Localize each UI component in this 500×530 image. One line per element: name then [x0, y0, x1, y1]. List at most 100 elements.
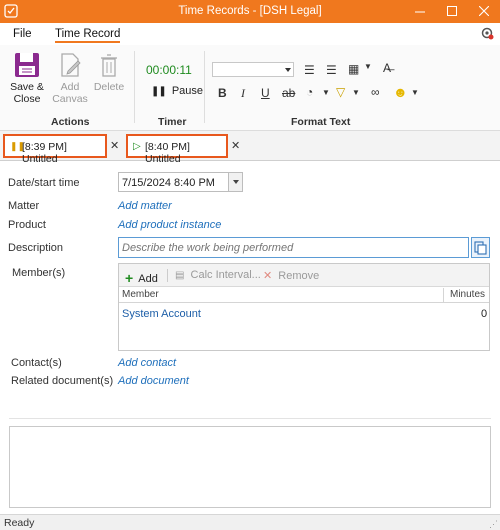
- font-family-select[interactable]: [212, 62, 294, 77]
- pause-label: Pause: [171, 85, 204, 97]
- minimize-button[interactable]: [404, 0, 436, 23]
- date-time-picker[interactable]: 7/15/2024 8:40 PM: [118, 172, 243, 192]
- section-divider: [9, 418, 491, 419]
- ribbon: Save & Close Add Canvas Delete Actions 0…: [0, 45, 500, 131]
- maximize-icon: [447, 6, 457, 16]
- bullet-list-icon[interactable]: ☰: [304, 63, 315, 77]
- canvas-icon: [61, 53, 81, 77]
- highlight-icon[interactable]: ▽: [336, 85, 345, 99]
- underline-icon[interactable]: U: [261, 86, 270, 100]
- calc-interval-label: Calc Interval...: [190, 269, 261, 281]
- expand-editor-icon: [474, 241, 487, 255]
- pause-icon: ❚❚: [151, 86, 167, 97]
- member-name-cell[interactable]: System Account: [122, 308, 201, 320]
- add-canvas-label-1: Add: [60, 81, 80, 93]
- tab-record-2[interactable]: ▷ [8:40 PM] Untitled: [126, 134, 228, 165]
- members-header-row: Member Minutes: [119, 288, 489, 303]
- column-header-minutes[interactable]: Minutes: [450, 289, 485, 300]
- add-matter-link[interactable]: Add matter: [118, 200, 172, 212]
- save-icon: [15, 53, 39, 77]
- trash-icon: [101, 54, 117, 77]
- strikethrough-icon[interactable]: ab: [282, 86, 295, 100]
- palette-icon[interactable]: ◔: [306, 85, 313, 99]
- pause-button[interactable]: ❚❚ Pause: [151, 85, 203, 97]
- contacts-label: Contact(s): [11, 357, 62, 369]
- tab-label: [8:39 PM] Untitled: [22, 141, 67, 165]
- settings-icon[interactable]: [480, 26, 494, 40]
- notes-editor[interactable]: [9, 426, 491, 508]
- members-grid: + Add ▤ Calc Interval... ✕ Remove Member…: [118, 263, 490, 351]
- date-dropdown-button[interactable]: [228, 173, 242, 191]
- menu-file[interactable]: File: [13, 28, 32, 40]
- description-label: Description: [8, 242, 64, 254]
- timer-group-label: Timer: [158, 116, 187, 128]
- product-label: Product: [8, 219, 46, 231]
- numbered-list-icon[interactable]: ☰: [326, 63, 337, 77]
- close-icon: [479, 6, 489, 16]
- description-expand-button[interactable]: [471, 237, 490, 258]
- description-field-wrapper: [118, 237, 469, 258]
- delete-label: Delete: [93, 81, 125, 93]
- format-text-group-label: Format Text: [291, 116, 351, 128]
- italic-icon[interactable]: I: [241, 86, 245, 101]
- add-member-button[interactable]: + Add: [125, 269, 158, 286]
- member-minutes-cell[interactable]: 0: [481, 308, 487, 320]
- tab-label: [8:40 PM] Untitled: [145, 141, 190, 165]
- menu-bar: File Time Record: [0, 23, 500, 45]
- close-tab-2-button[interactable]: ✕: [231, 139, 240, 152]
- calc-interval-button[interactable]: ▤ Calc Interval...: [175, 269, 261, 281]
- tab-record-1[interactable]: ❚❚ [8:39 PM] Untitled: [3, 134, 107, 165]
- chevron-down-icon[interactable]: ▼: [352, 88, 360, 97]
- close-tab-1-button[interactable]: ✕: [110, 139, 119, 152]
- timer-display: 00:00:11: [146, 63, 192, 77]
- link-icon[interactable]: ∞: [371, 85, 380, 99]
- record-tab-strip: ❚❚ [8:39 PM] Untitled ✕ ▷ [8:40 PM] Unti…: [0, 131, 500, 165]
- date-label: Date/start time: [8, 177, 80, 189]
- add-canvas-button[interactable]: Add Canvas: [52, 51, 88, 105]
- add-document-link[interactable]: Add document: [118, 375, 189, 387]
- minimize-icon: [415, 11, 425, 13]
- date-value: 7/15/2024 8:40 PM: [122, 177, 215, 189]
- remove-x-icon: ✕: [263, 270, 273, 282]
- status-bar: Ready ⋰: [0, 514, 500, 530]
- remove-member-button[interactable]: ✕ Remove: [263, 269, 319, 282]
- menu-time-record[interactable]: Time Record: [55, 28, 121, 43]
- table-icon[interactable]: ▦: [348, 62, 359, 76]
- members-label: Member(s): [12, 267, 66, 279]
- members-toolbar: + Add ▤ Calc Interval... ✕ Remove: [119, 264, 489, 287]
- related-documents-label: Related document(s): [11, 375, 114, 387]
- remove-member-label: Remove: [278, 270, 320, 282]
- calculator-icon: ▤: [175, 270, 185, 281]
- add-canvas-label-2: Canvas: [52, 93, 88, 105]
- add-contact-link[interactable]: Add contact: [118, 357, 176, 369]
- add-product-link[interactable]: Add product instance: [118, 219, 221, 231]
- bold-icon[interactable]: B: [218, 86, 227, 100]
- delete-button[interactable]: Delete: [92, 51, 126, 93]
- toolbar-divider: [167, 269, 168, 282]
- matter-label: Matter: [8, 200, 40, 212]
- ribbon-divider: [134, 51, 135, 123]
- chevron-down-icon[interactable]: ▼: [322, 88, 330, 97]
- save-close-label-1: Save &: [10, 81, 44, 93]
- column-header-member[interactable]: Member: [122, 289, 159, 300]
- status-text: Ready: [4, 517, 35, 529]
- emoji-icon[interactable]: ☻: [393, 84, 408, 100]
- save-close-button[interactable]: Save & Close: [8, 51, 46, 105]
- ribbon-divider: [204, 51, 205, 123]
- chevron-down-icon[interactable]: ▼: [411, 88, 419, 97]
- maximize-button[interactable]: [436, 0, 468, 23]
- column-divider: [443, 288, 444, 302]
- close-window-button[interactable]: [468, 0, 500, 23]
- clear-format-icon[interactable]: A̶: [383, 61, 391, 75]
- add-member-label: Add: [138, 273, 158, 285]
- plus-icon: +: [125, 270, 134, 286]
- chevron-down-icon: [233, 180, 239, 184]
- play-icon: ▷: [133, 141, 141, 152]
- title-bar: Time Records - [DSH Legal]: [0, 0, 500, 23]
- chevron-down-icon: [285, 68, 291, 72]
- description-input[interactable]: [119, 238, 468, 257]
- save-close-label-2: Close: [13, 93, 41, 105]
- actions-group-label: Actions: [51, 116, 90, 128]
- resize-grip-icon[interactable]: ⋰: [489, 519, 498, 530]
- chevron-down-icon[interactable]: ▼: [364, 62, 372, 71]
